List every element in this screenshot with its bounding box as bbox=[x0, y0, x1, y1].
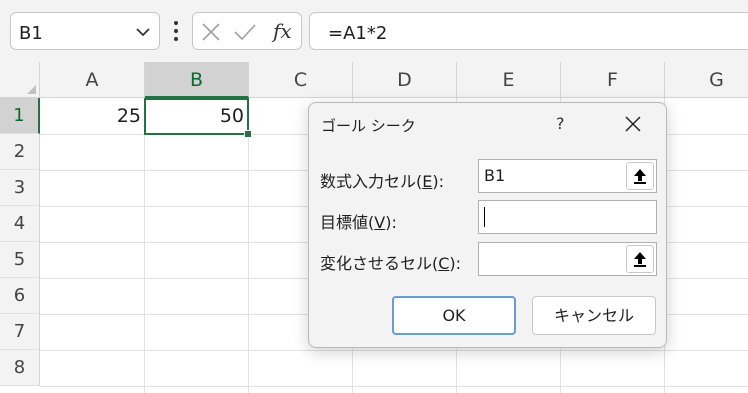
chevron-down-icon[interactable] bbox=[135, 24, 151, 40]
active-cell-border bbox=[144, 98, 249, 135]
changing-cell-label-pre: 変化させるセル( bbox=[320, 254, 439, 273]
set-cell-ref-button[interactable] bbox=[626, 162, 654, 190]
text-caret bbox=[484, 207, 485, 227]
formula-input[interactable]: =A1*2 bbox=[309, 12, 748, 50]
check-icon[interactable] bbox=[233, 22, 257, 42]
goal-seek-dialog: ゴール シーク ? 数式入力セル(E): B1 目標値(V): 変化させるセル(… bbox=[308, 102, 667, 348]
collapse-arrow-icon bbox=[634, 252, 646, 267]
changing-cell-label-key: C bbox=[438, 254, 450, 273]
cancel-x-icon[interactable] bbox=[201, 22, 221, 42]
set-cell-value: B1 bbox=[484, 166, 506, 185]
insert-function-icon[interactable]: fx bbox=[273, 19, 292, 43]
column-header-d[interactable]: D bbox=[353, 62, 457, 98]
set-cell-label-pre: 数式入力セル( bbox=[320, 172, 423, 191]
cell-a1[interactable]: 25 bbox=[40, 98, 141, 134]
row-header-7[interactable]: 7 bbox=[0, 314, 40, 350]
changing-cell-label: 変化させるセル(C): bbox=[320, 250, 461, 274]
changing-cell-field[interactable] bbox=[478, 242, 657, 276]
column-header-g[interactable]: G bbox=[665, 62, 748, 98]
ok-button[interactable]: OK bbox=[392, 296, 516, 335]
set-cell-label: 数式入力セル(E): bbox=[320, 168, 444, 192]
column-header-b[interactable]: B bbox=[145, 62, 249, 98]
column-header-c[interactable]: C bbox=[249, 62, 353, 98]
row-header-2[interactable]: 2 bbox=[0, 134, 40, 170]
row-header-8[interactable]: 8 bbox=[0, 350, 40, 386]
column-header-a[interactable]: A bbox=[40, 62, 145, 98]
to-value-field[interactable] bbox=[478, 200, 657, 234]
cancel-button[interactable]: キャンセル bbox=[532, 296, 656, 335]
column-header-e[interactable]: E bbox=[457, 62, 561, 98]
select-all-triangle-icon bbox=[27, 85, 36, 94]
to-value-label-key: V bbox=[374, 213, 386, 232]
row-header-1[interactable]: 1 bbox=[0, 98, 40, 134]
to-value-label: 目標値(V): bbox=[320, 209, 397, 233]
fill-handle[interactable] bbox=[244, 130, 252, 138]
formula-bar: B1 fx =A1*2 bbox=[0, 0, 748, 62]
to-value-label-post: ): bbox=[385, 213, 397, 232]
to-value-label-pre: 目標値( bbox=[320, 213, 375, 232]
changing-cell-label-post: ): bbox=[449, 254, 462, 273]
grid-line bbox=[40, 350, 748, 351]
select-all-button[interactable] bbox=[0, 62, 40, 98]
grid-line bbox=[144, 98, 145, 393]
row-header-5[interactable]: 5 bbox=[0, 242, 40, 278]
dialog-title: ゴール シーク bbox=[321, 117, 416, 135]
more-options-icon[interactable] bbox=[171, 20, 181, 42]
changing-cell-ref-button[interactable] bbox=[626, 245, 654, 273]
formula-text: =A1*2 bbox=[328, 23, 388, 44]
row-header-6[interactable]: 6 bbox=[0, 278, 40, 314]
close-icon[interactable] bbox=[625, 116, 641, 132]
row-header-3[interactable]: 3 bbox=[0, 170, 40, 206]
collapse-arrow-icon bbox=[634, 169, 646, 184]
name-box-value: B1 bbox=[19, 23, 43, 44]
column-header-f[interactable]: F bbox=[561, 62, 665, 98]
set-cell-label-key: E bbox=[422, 172, 433, 191]
name-box[interactable]: B1 bbox=[10, 12, 160, 50]
set-cell-label-post: ): bbox=[432, 172, 444, 191]
formula-buttons: fx bbox=[192, 12, 302, 50]
grid-line bbox=[40, 386, 748, 387]
set-cell-field[interactable]: B1 bbox=[478, 159, 657, 193]
help-button[interactable]: ? bbox=[556, 114, 565, 133]
row-header-4[interactable]: 4 bbox=[0, 206, 40, 242]
grid-line bbox=[248, 98, 249, 393]
